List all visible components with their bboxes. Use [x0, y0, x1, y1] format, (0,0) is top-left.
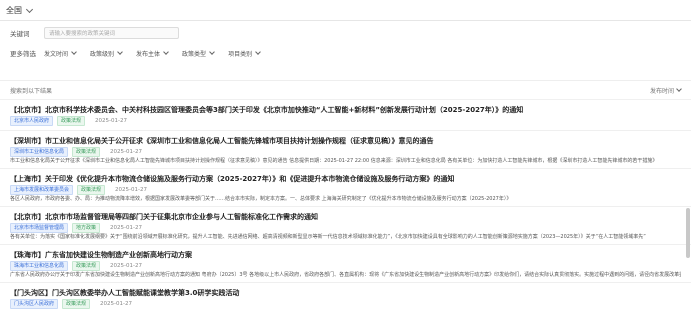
publish-date: 2025-01-27 — [110, 149, 142, 155]
filter-publisher-label: 发布主体 — [136, 50, 161, 58]
tag-row: 北京市市场监督管理局 地方政策 2025-01-27 — [10, 223, 681, 233]
scrollbar-thumb[interactable] — [686, 208, 690, 258]
chevron-down-icon — [117, 49, 123, 55]
source-tag: 北京市人民政府 — [10, 116, 54, 126]
chevron-down-icon — [676, 86, 682, 92]
tag-row: 门头沟区人民政府 政策法规 2025-01-27 — [10, 299, 681, 309]
source-tag: 上海市发展和改革委员会 — [10, 185, 74, 195]
list-item[interactable]: 【上海市】关于印发《优化提升本市物流仓储设施及服务行动方案（2025-2027年… — [0, 169, 691, 207]
policy-summary: 各有关单位：为落实《国家标准化发展纲要》关于“围绕前沿领域开展标准化研究，提升人… — [10, 234, 646, 240]
filter-publisher[interactable]: 发布主体 — [136, 49, 169, 58]
publish-date: 2025-01-27 — [115, 187, 147, 193]
list-item[interactable]: 【深圳市】市工业和信息化局关于公开征求《深圳市工业和信息化局人工智能先锋城市项目… — [0, 131, 691, 169]
chevron-down-icon — [209, 49, 215, 55]
tag-row: 上海市发展和改革委员会 政策法规 2025-01-27 — [10, 185, 681, 195]
filter-project-category-label: 项目类别 — [228, 50, 253, 58]
list-item[interactable]: 【门头沟区】门头沟区教委举办人工智能赋能课堂教学第3.0研学实践活动 门头沟区人… — [0, 283, 691, 309]
list-item[interactable]: 【珠海市】广东省加快建设生物制造产业创新高地行动方案 珠海市工业和信息化局 政策… — [0, 245, 691, 283]
policy-summary: 广东省人民政府办公厅关于印发广东省加快建设生物制造产业创新高地行动方案的通知 粤… — [10, 272, 681, 278]
filter-policy-level-label: 政策级别 — [90, 50, 115, 58]
publish-date: 2025-01-27 — [110, 225, 142, 231]
policy-title[interactable]: 【北京市】北京市市场监督管理局等四部门关于征集北京市企业参与人工智能标准化工作需… — [10, 211, 681, 223]
keyword-row: 关键词 请输入要搜索的政策关键词 — [10, 25, 681, 41]
source-tag: 北京市市场监督管理局 — [10, 223, 69, 233]
category-tag: 政策法规 — [72, 261, 101, 271]
publish-date: 2025-01-27 — [100, 301, 132, 307]
policy-title[interactable]: 【门头沟区】门头沟区教委举办人工智能赋能课堂教学第3.0研学实践活动 — [10, 287, 681, 299]
chevron-down-icon — [163, 49, 169, 55]
policy-summary: 市工业和信息化局关于公开征求《深圳市工业和信息化局人工智能先锋城市项目扶持计划操… — [10, 158, 658, 164]
filter-policy-level[interactable]: 政策级别 — [90, 49, 123, 58]
list-item[interactable]: 【北京市】北京市市场监督管理局等四部门关于征集北京市企业参与人工智能标准化工作需… — [0, 207, 691, 245]
category-tag: 政策法规 — [72, 147, 101, 157]
keyword-label: 关键词 — [10, 30, 30, 38]
category-tag: 政策法规 — [62, 299, 91, 309]
publish-date: 2025-01-27 — [110, 263, 142, 269]
results-panel: 搜索到以下结果 发布时间 【北京市】北京市科学技术委员会、中关村科技园区管理委员… — [0, 80, 691, 309]
keyword-placeholder: 请输入要搜索的政策关键词 — [49, 31, 116, 37]
category-tag: 政策法规 — [57, 116, 86, 126]
policy-title[interactable]: 【珠海市】广东省加快建设生物制造产业创新高地行动方案 — [10, 249, 681, 261]
region-selector[interactable]: 全国 — [6, 5, 34, 16]
sort-selector[interactable]: 发布时间 — [649, 86, 682, 95]
source-tag: 门头沟区人民政府 — [10, 299, 59, 309]
tag-row: 珠海市工业和信息化局 政策法规 2025-01-27 — [10, 261, 681, 271]
results-title: 搜索到以下结果 — [10, 87, 53, 95]
filter-publish-time-label: 发文时间 — [44, 50, 69, 58]
list-item[interactable]: 【北京市】北京市科学技术委员会、中关村科技园区管理委员会等3部门关于印发《北京市… — [0, 100, 691, 131]
region-label: 全国 — [6, 5, 22, 15]
keyword-search-input[interactable]: 请输入要搜索的政策关键词 — [44, 27, 179, 39]
tag-row: 深圳市工业和信息化局 政策法规 2025-01-27 — [10, 147, 681, 157]
sort-label: 发布时间 — [649, 87, 674, 95]
filter-policy-type[interactable]: 政策类型 — [182, 49, 215, 58]
region-bar: 全国 — [0, 0, 691, 21]
results-header: 搜索到以下结果 发布时间 — [0, 81, 691, 100]
policy-title[interactable]: 【上海市】关于印发《优化提升本市物流仓储设施及服务行动方案（2025-2027年… — [10, 173, 681, 185]
chevron-down-icon — [25, 5, 34, 13]
filter-publish-time[interactable]: 发文时间 — [44, 49, 77, 58]
category-tag: 政策法规 — [77, 185, 106, 195]
category-tag: 地方政策 — [72, 223, 101, 233]
filter-panel: 关键词 请输入要搜索的政策关键词 更多筛选 发文时间 政策级别 发布主体 政策类… — [0, 21, 691, 70]
chevron-down-icon — [255, 49, 261, 55]
more-filters-label: 更多筛选 — [10, 50, 36, 58]
filter-project-category[interactable]: 项目类别 — [228, 49, 261, 58]
publish-date: 2025-01-27 — [95, 118, 127, 124]
policy-title[interactable]: 【深圳市】市工业和信息化局关于公开征求《深圳市工业和信息化局人工智能先锋城市项目… — [10, 135, 681, 147]
policy-title[interactable]: 【北京市】北京市科学技术委员会、中关村科技园区管理委员会等3部门关于印发《北京市… — [10, 104, 681, 116]
tag-row: 北京市人民政府 政策法规 2025-01-27 — [10, 116, 681, 126]
chevron-down-icon — [71, 49, 77, 55]
more-filters-row: 更多筛选 发文时间 政策级别 发布主体 政策类型 项目类别 — [10, 45, 681, 61]
policy-summary: 各区人民政府，市政府各委、办、局：为推动物流降本增效，根据国家发展改革委等部门关… — [10, 196, 512, 202]
source-tag: 深圳市工业和信息化局 — [10, 147, 69, 157]
filter-policy-type-label: 政策类型 — [182, 50, 207, 58]
source-tag: 珠海市工业和信息化局 — [10, 261, 69, 271]
